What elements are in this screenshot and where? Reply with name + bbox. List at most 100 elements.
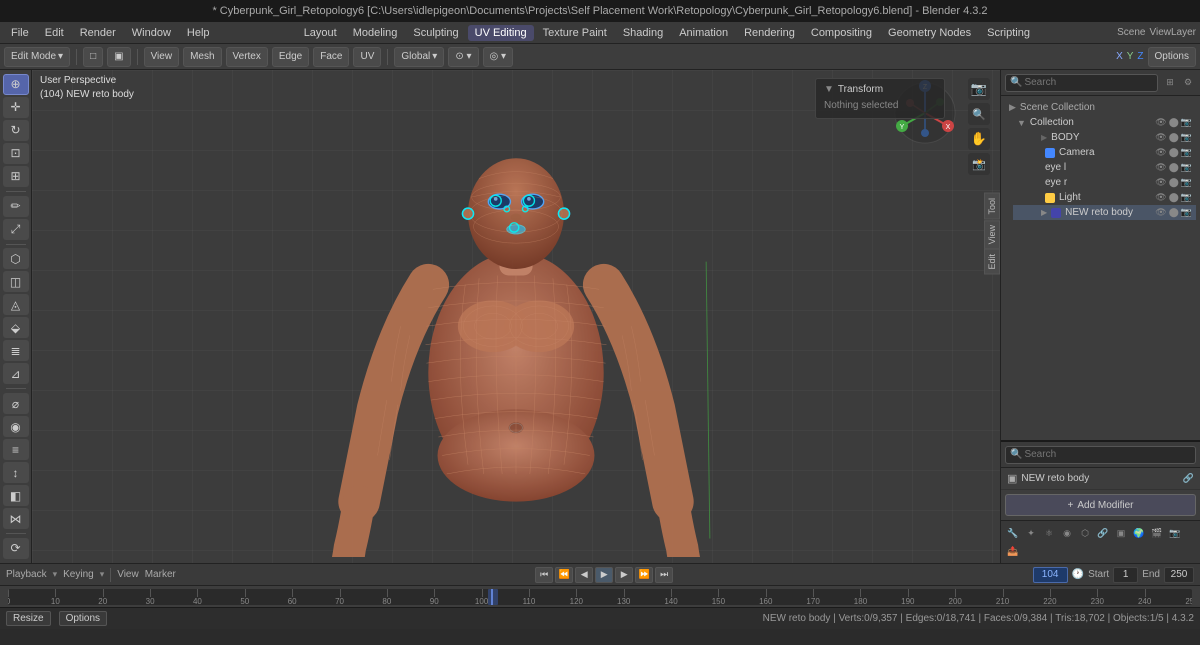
eyeright-vis-icon[interactable]: 👁 [1155, 177, 1166, 188]
prop-icon-modifier[interactable]: 🔧 [1005, 525, 1021, 541]
workspace-uv-editing[interactable]: UV Editing [468, 25, 534, 41]
side-tab-view[interactable]: View [984, 220, 1000, 249]
eyeright-render-icon[interactable]: 📷 [1181, 177, 1192, 188]
prop-icon-world[interactable]: 🌍 [1131, 525, 1147, 541]
passepartout-btn[interactable]: 📸 [968, 153, 990, 175]
menu-help[interactable]: Help [180, 25, 217, 41]
prop-icon-scene[interactable]: 🎬 [1149, 525, 1165, 541]
scene-search-input[interactable] [1024, 77, 1153, 88]
viewport-icon[interactable]: ⬤ [1169, 117, 1179, 128]
workspace-scripting[interactable]: Scripting [980, 25, 1037, 41]
step-fwd-btn[interactable]: ▶ [615, 567, 633, 583]
next-keyframe-btn[interactable]: ⏩ [635, 567, 653, 583]
settings-icon[interactable]: ⚙ [1180, 75, 1196, 91]
menu-window[interactable]: Window [125, 25, 178, 41]
resize-button[interactable]: Resize [6, 611, 51, 626]
playback-label[interactable]: Playback [6, 569, 47, 580]
tool-cursor[interactable]: ⊕ [3, 74, 29, 95]
menu-render[interactable]: Render [73, 25, 123, 41]
options-status-button[interactable]: Options [59, 611, 107, 626]
workspace-compositing[interactable]: Compositing [804, 25, 879, 41]
end-frame-input[interactable] [1164, 567, 1194, 583]
eyeleft-vis-icon[interactable]: 👁 [1155, 162, 1166, 173]
tool-vertex-slide[interactable]: ⋈ [3, 508, 29, 529]
viewport[interactable]: User Perspective (104) NEW reto body Z X… [32, 70, 1000, 563]
link-icon[interactable]: 🔗 [1183, 473, 1194, 484]
props-search-input[interactable] [1024, 449, 1191, 460]
camera-vis-icon[interactable]: 👁 [1155, 147, 1166, 158]
body-render-icon[interactable]: 📷 [1181, 132, 1192, 143]
global-selector[interactable]: Global ▾ [394, 47, 444, 67]
snap-btn[interactable]: ⊙ ▾ [448, 47, 478, 67]
jump-end-btn[interactable]: ⏭ [655, 567, 673, 583]
mesh-menu[interactable]: Mesh [183, 47, 221, 67]
face-menu[interactable]: Face [313, 47, 349, 67]
tool-knife[interactable]: ⊿ [3, 363, 29, 384]
tool-rotate[interactable]: ↻ [3, 120, 29, 141]
prop-icon-constraints[interactable]: 🔗 [1095, 525, 1111, 541]
workspace-geometry-nodes[interactable]: Geometry Nodes [881, 25, 978, 41]
body-vp-icon[interactable]: ⬤ [1169, 132, 1179, 143]
filter-icon[interactable]: ⊞ [1162, 75, 1178, 91]
timeline-track[interactable]: 0102030405060708090100110120130140150160… [8, 589, 1192, 605]
tool-transform[interactable]: ⊞ [3, 166, 29, 187]
scene-item-retobody[interactable]: ▶ NEW reto body 👁 ⬤ 📷 [1013, 205, 1196, 220]
tool-measure[interactable]: ⤢ [3, 219, 29, 240]
retobody-vp-icon[interactable]: ⬤ [1169, 207, 1179, 218]
light-render-icon[interactable]: 📷 [1181, 192, 1192, 203]
prev-keyframe-btn[interactable]: ⏪ [555, 567, 573, 583]
tool-shear[interactable]: ◧ [3, 485, 29, 506]
workspace-modeling[interactable]: Modeling [346, 25, 405, 41]
add-modifier-button[interactable]: + Add Modifier [1005, 494, 1196, 516]
visibility-icon[interactable]: 👁 [1155, 117, 1166, 128]
play-btn[interactable]: ▶ [595, 567, 613, 583]
prop-icon-particles[interactable]: ✦ [1023, 525, 1039, 541]
workspace-texture-paint[interactable]: Texture Paint [536, 25, 614, 41]
tool-loop-cut[interactable]: ⬙ [3, 317, 29, 338]
prop-icon-data[interactable]: ▣ [1113, 525, 1129, 541]
pan-btn[interactable]: ✋ [968, 128, 990, 150]
light-vp-icon[interactable]: ⬤ [1169, 192, 1179, 203]
light-vis-icon[interactable]: 👁 [1155, 192, 1166, 203]
body-vis-icon[interactable]: 👁 [1155, 132, 1166, 143]
workspace-shading[interactable]: Shading [616, 25, 670, 41]
edge-menu[interactable]: Edge [272, 47, 309, 67]
prop-icon-physics[interactable]: ⚛ [1041, 525, 1057, 541]
scene-item-light[interactable]: Light 👁 ⬤ 📷 [1013, 190, 1196, 205]
render-icon[interactable]: 📷 [1181, 117, 1192, 128]
tool-push-pull[interactable]: ↕ [3, 462, 29, 483]
search-container[interactable]: 🔍 [1005, 74, 1158, 92]
scene-item-eyeright[interactable]: eye r 👁 ⬤ 📷 [1013, 175, 1196, 190]
timeline-track-bar[interactable]: 0102030405060708090100110120130140150160… [0, 585, 1200, 607]
prop-icon-render[interactable]: 📷 [1167, 525, 1183, 541]
side-tab-tool[interactable]: Tool [984, 193, 1000, 220]
tool-offset[interactable]: ≣ [3, 340, 29, 361]
scene-item-eyeleft[interactable]: eye l 👁 ⬤ 📷 [1013, 160, 1196, 175]
step-back-btn[interactable]: ◀ [575, 567, 593, 583]
tool-extrude[interactable]: ⬡ [3, 248, 29, 269]
keying-dropdown[interactable]: ▾ [100, 569, 105, 580]
mode-selector[interactable]: Edit Mode ▾ [4, 47, 70, 67]
menu-edit[interactable]: Edit [38, 25, 71, 41]
prop-icon-material[interactable]: ⬡ [1077, 525, 1093, 541]
tool-bevel[interactable]: ◬ [3, 294, 29, 315]
tool-annotate[interactable]: ✏ [3, 196, 29, 217]
tool-spin[interactable]: ⟳ [3, 538, 29, 559]
eyeright-vp-icon[interactable]: ⬤ [1169, 177, 1179, 188]
keying-label[interactable]: Keying [63, 569, 94, 580]
tl-marker-label[interactable]: Marker [145, 569, 176, 580]
eyeleft-render-icon[interactable]: 📷 [1181, 162, 1192, 173]
tl-view-label[interactable]: View [117, 569, 139, 580]
prop-icon-object[interactable]: ◉ [1059, 525, 1075, 541]
zoom-btn[interactable]: 🔍 [968, 103, 990, 125]
workspace-layout[interactable]: Layout [297, 25, 344, 41]
vertex-menu[interactable]: Vertex [226, 47, 268, 67]
playback-dropdown[interactable]: ▾ [53, 569, 58, 580]
retobody-vis-icon[interactable]: 👁 [1155, 207, 1166, 218]
tool-inset[interactable]: ◫ [3, 271, 29, 292]
collection-item[interactable]: ▼ Collection 👁 ⬤ 📷 [1013, 115, 1196, 130]
uv-menu[interactable]: UV [353, 47, 381, 67]
workspace-rendering[interactable]: Rendering [737, 25, 802, 41]
camera-view-btn[interactable]: 📷 [968, 78, 990, 100]
props-search-container[interactable]: 🔍 [1005, 446, 1196, 464]
